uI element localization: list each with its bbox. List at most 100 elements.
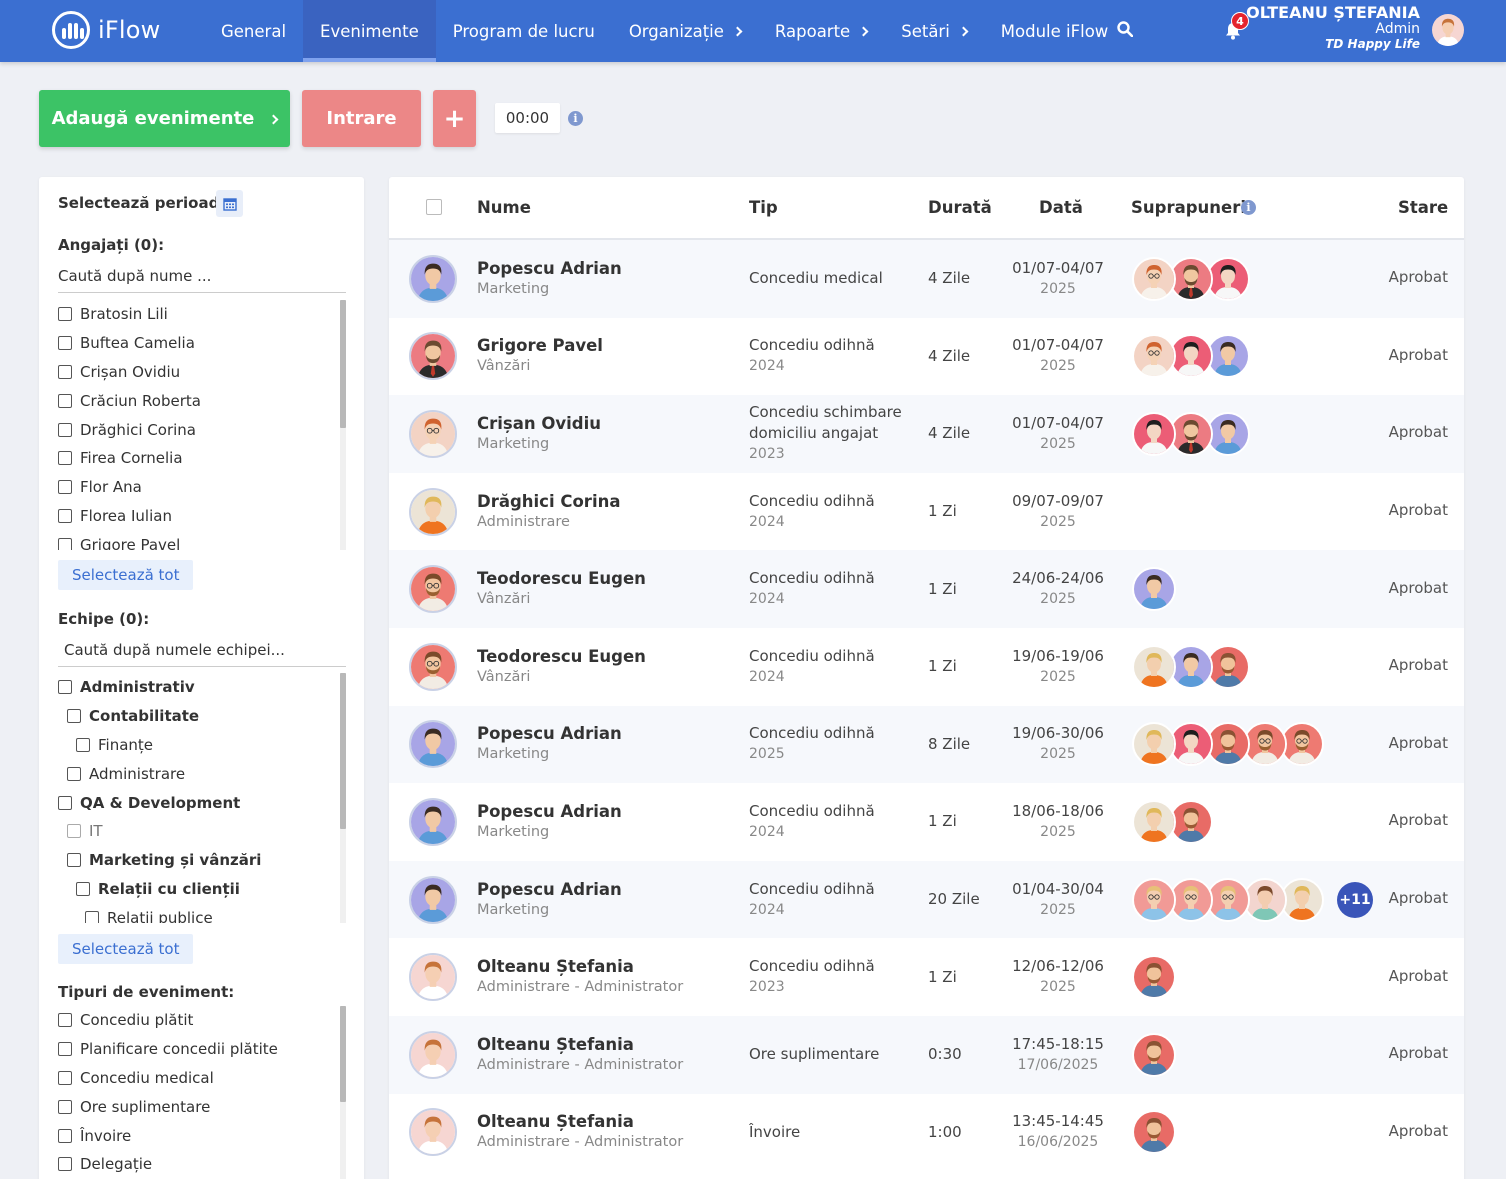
search-icon[interactable] bbox=[1117, 21, 1133, 37]
event-type-filter-item[interactable]: Învoire bbox=[58, 1121, 348, 1150]
teams-scrollbar[interactable] bbox=[340, 673, 346, 923]
employee-name[interactable]: Teodorescu Eugen bbox=[477, 646, 646, 667]
checkbox[interactable] bbox=[58, 307, 72, 322]
overlap-avatar[interactable] bbox=[1132, 799, 1176, 844]
table-row[interactable]: Popescu Adrian Marketing Concediu odihnă 20… bbox=[389, 705, 1464, 784]
scrollbar-thumb[interactable] bbox=[340, 1006, 346, 1102]
checkbox[interactable] bbox=[67, 766, 81, 781]
checkbox[interactable] bbox=[67, 853, 81, 868]
employee-name[interactable]: Popescu Adrian bbox=[477, 801, 622, 822]
more-overlaps-badge[interactable]: +11 bbox=[1337, 881, 1373, 918]
team-filter-item[interactable]: Relații cu clienții bbox=[58, 875, 348, 904]
team-filter-item[interactable]: IT bbox=[58, 817, 348, 846]
checkbox[interactable] bbox=[58, 1099, 72, 1114]
plus-button[interactable]: + bbox=[433, 90, 476, 147]
table-row[interactable]: Popescu Adrian Marketing Concediu odihnă 20… bbox=[389, 860, 1464, 939]
team-filter-item[interactable]: QA & Development bbox=[58, 788, 348, 817]
nav-item-3[interactable]: Program de lucru bbox=[436, 0, 612, 62]
column-header-duration[interactable]: Durată bbox=[928, 198, 992, 217]
employee-name[interactable]: Popescu Adrian bbox=[477, 879, 622, 900]
nav-item-1[interactable]: General bbox=[204, 0, 303, 62]
checkbox[interactable] bbox=[58, 680, 72, 695]
add-events-button[interactable]: Adaugă evenimente bbox=[39, 90, 290, 147]
checkbox[interactable] bbox=[58, 364, 72, 379]
date-picker-button[interactable] bbox=[216, 190, 243, 217]
employee-name[interactable]: Olteanu Ștefania bbox=[477, 1034, 683, 1055]
employee-name[interactable]: Teodorescu Eugen bbox=[477, 568, 646, 589]
table-row[interactable]: Teodorescu Eugen Vânzări Concediu odihnă 20… bbox=[389, 550, 1464, 628]
overlap-avatar[interactable] bbox=[1132, 722, 1176, 767]
nav-item-2[interactable]: Evenimente bbox=[303, 0, 436, 62]
employee-filter-item[interactable]: Flor Ana bbox=[58, 473, 348, 502]
overlap-avatar[interactable] bbox=[1132, 334, 1176, 379]
event-type-filter-item[interactable]: Planificare concedii plătite bbox=[58, 1035, 348, 1064]
checkbox[interactable] bbox=[58, 336, 72, 351]
column-header-type[interactable]: Tip bbox=[749, 198, 778, 217]
overlap-avatar[interactable] bbox=[1132, 955, 1176, 1000]
column-header-name[interactable]: Nume bbox=[477, 198, 531, 217]
employee-name[interactable]: Grigore Pavel bbox=[477, 335, 603, 356]
timer-info-icon[interactable]: i bbox=[568, 111, 583, 126]
overlap-avatar[interactable] bbox=[1132, 644, 1176, 689]
table-row[interactable]: Drăghici Corina Administrare Concediu odih… bbox=[389, 473, 1464, 551]
scrollbar-thumb[interactable] bbox=[340, 673, 346, 829]
checkbox[interactable] bbox=[58, 1042, 72, 1057]
checkbox[interactable] bbox=[58, 1157, 72, 1172]
checkbox[interactable] bbox=[58, 795, 72, 810]
user-menu[interactable]: OLTEANU ȘTEFANIA Admin TD Happy Life bbox=[1246, 4, 1420, 51]
event-type-filter-item[interactable]: Delegație bbox=[58, 1150, 348, 1179]
nav-item-4[interactable]: Organizație bbox=[612, 0, 758, 62]
employees-search-input[interactable]: Caută după nume ... bbox=[58, 263, 346, 293]
checkbox[interactable] bbox=[58, 1128, 72, 1143]
teams-search-input[interactable]: Caută după numele echipei... bbox=[58, 637, 346, 667]
table-row[interactable]: Popescu Adrian Marketing Concediu odihnă 20… bbox=[389, 783, 1464, 861]
employee-name[interactable]: Popescu Adrian bbox=[477, 723, 622, 744]
checkbox[interactable] bbox=[67, 709, 81, 724]
table-row[interactable]: Olteanu Ștefania Administrare - Administr… bbox=[389, 938, 1464, 1016]
overlap-avatar[interactable] bbox=[1132, 411, 1176, 456]
employee-filter-item[interactable]: Grigore Pavel bbox=[58, 530, 348, 550]
checkbox[interactable] bbox=[58, 422, 72, 437]
checkbox[interactable] bbox=[58, 537, 72, 550]
event-type-filter-item[interactable]: Ore suplimentare bbox=[58, 1092, 348, 1121]
employee-filter-item[interactable]: Buftea Camelia bbox=[58, 329, 348, 358]
select-all-teams-button[interactable]: Selectează tot bbox=[58, 934, 194, 964]
table-row[interactable]: Olteanu Ștefania Administrare - Administr… bbox=[389, 1016, 1464, 1094]
nav-item-6[interactable]: Setări bbox=[884, 0, 984, 62]
employee-name[interactable]: Crișan Ovidiu bbox=[477, 413, 601, 434]
event-type-filter-item[interactable]: Concediu medical bbox=[58, 1064, 348, 1093]
employees-scrollbar[interactable] bbox=[340, 300, 346, 550]
checkbox[interactable] bbox=[58, 393, 72, 408]
select-all-employees-button[interactable]: Selectează tot bbox=[58, 560, 194, 590]
checkbox[interactable] bbox=[76, 881, 90, 896]
event-type-filter-item[interactable]: Concediu plătit bbox=[58, 1006, 348, 1035]
logo[interactable]: iFlow bbox=[52, 11, 160, 49]
employee-filter-item[interactable]: Crăciun Roberta bbox=[58, 386, 348, 415]
checkbox[interactable] bbox=[58, 451, 72, 466]
nav-item-7[interactable]: Module iFlow bbox=[984, 0, 1126, 62]
overlap-avatar[interactable] bbox=[1132, 1110, 1176, 1155]
overlaps-info-icon[interactable]: i bbox=[1241, 200, 1256, 215]
overlap-avatar[interactable] bbox=[1132, 256, 1176, 301]
clock-in-button[interactable]: Intrare bbox=[302, 90, 421, 147]
event-types-scrollbar[interactable] bbox=[340, 1006, 346, 1179]
overlap-avatar[interactable] bbox=[1132, 877, 1176, 922]
checkbox[interactable] bbox=[58, 1070, 72, 1085]
checkbox[interactable] bbox=[58, 1013, 72, 1028]
employee-name[interactable]: Olteanu Ștefania bbox=[477, 1111, 683, 1132]
table-row[interactable]: Popescu Adrian Marketing Concediu medical 4… bbox=[389, 240, 1464, 318]
table-row[interactable]: Crișan Ovidiu Marketing Concediu schimbare… bbox=[389, 395, 1464, 473]
employee-name[interactable]: Popescu Adrian bbox=[477, 258, 622, 279]
table-row[interactable]: Grigore Pavel Vânzări Concediu odihnă 2024 4… bbox=[389, 318, 1464, 396]
select-all-rows-checkbox[interactable] bbox=[426, 199, 442, 215]
checkbox[interactable] bbox=[76, 737, 90, 752]
team-filter-item[interactable]: Relații publice bbox=[58, 903, 348, 923]
checkbox[interactable] bbox=[85, 910, 99, 923]
checkbox[interactable] bbox=[67, 824, 81, 839]
checkbox[interactable] bbox=[58, 480, 72, 495]
team-filter-item[interactable]: Administrativ bbox=[58, 673, 348, 702]
overlap-avatar[interactable] bbox=[1132, 567, 1176, 612]
team-filter-item[interactable]: Contabilitate bbox=[58, 702, 348, 731]
table-row[interactable]: Teodorescu Eugen Vânzări Concediu odihnă 20… bbox=[389, 628, 1464, 706]
checkbox[interactable] bbox=[58, 508, 72, 523]
